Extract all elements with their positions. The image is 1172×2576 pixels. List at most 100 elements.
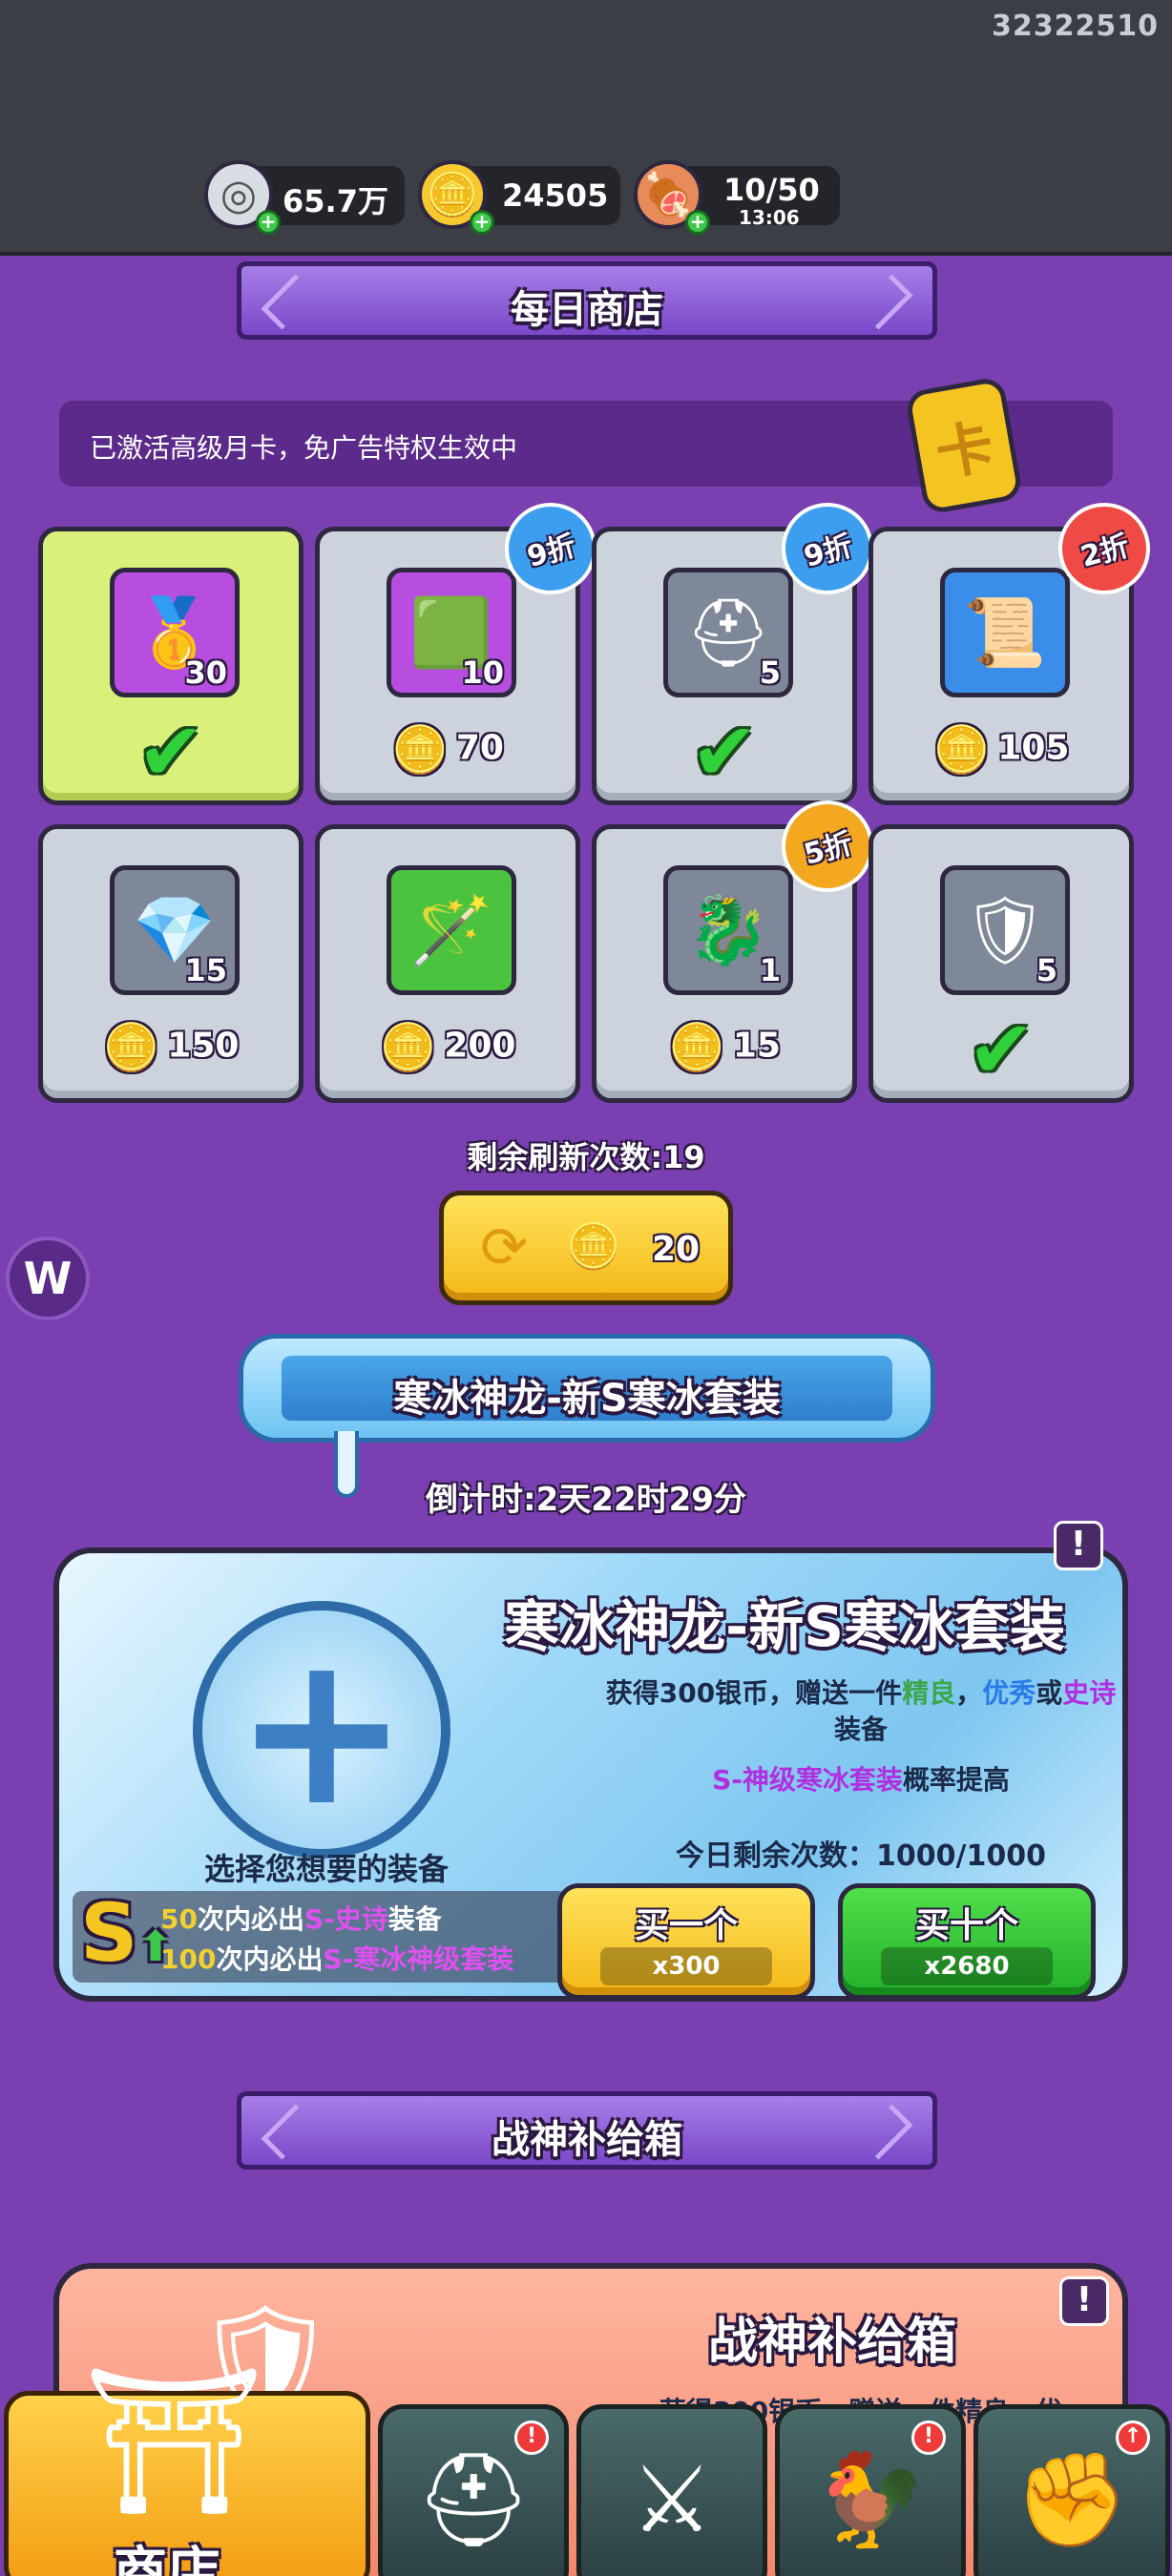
silver-coin-value: 65.7万 [283, 183, 388, 219]
gold-ingot-value: 24505 [502, 177, 609, 214]
nav-tab-upgrade[interactable]: ✊ ↑ [973, 2404, 1170, 2576]
monthly-card-icon[interactable]: 卡 [904, 375, 1024, 516]
refresh-remaining-label: 剩余刷新次数:19 [467, 1139, 705, 1175]
refresh-cost: 20 [652, 1230, 701, 1269]
dragon-emblem-icon: 🐉 [686, 890, 770, 969]
guarantee-line-1: 50次内必出S-史诗装备 [160, 1903, 442, 1935]
info-icon[interactable]: ! [1054, 1521, 1103, 1570]
ice-reward-description: 获得300银币，赠送一件精良，优秀或史诗装备 [605, 1677, 1117, 1745]
jade-stone-icon: 🟩 10 [387, 568, 516, 697]
gold-ingot-icon: 🪙 [668, 1021, 725, 1074]
rooster-stars-icon: 🐓 [813, 2445, 928, 2553]
shop-item-card[interactable]: ⛑ 5 ✔ 9折 [592, 492, 884, 805]
price-value: 105 [997, 728, 1070, 768]
knight-helmet-icon: ⛑ [415, 2445, 532, 2553]
purchased-check-icon: ✔ [690, 705, 759, 799]
golden-staff-icon: 🪄 [409, 890, 493, 969]
item-quantity: 5 [1036, 952, 1057, 988]
price-value: 70 [455, 728, 504, 768]
s-rank-up-icon: S⬆ [80, 1886, 174, 1980]
gold-ingot-icon: 🪙 [932, 723, 991, 777]
supply-info-icon[interactable]: ! [1059, 2276, 1109, 2326]
ice-remaining-count: 今日剩余次数：1000/1000 [676, 1839, 1046, 1873]
add-silver-icon[interactable]: + [256, 210, 281, 235]
item-quantity: 30 [184, 654, 227, 691]
shop-item-card[interactable]: 🟩 10 🪙 70 9折 [315, 492, 607, 805]
ice-rate-description: S-神级寒冰套装概率提高 [712, 1764, 1010, 1796]
bottom-navigation: ⛩ 商店 ⛑ ! ⚔ 🐓 ! ✊ ↑ [0, 2358, 1172, 2576]
price-value: 150 [167, 1026, 240, 1066]
buy-ten-button[interactable]: 买十个 x2680 [838, 1883, 1096, 2000]
buy-one-label: 买一个 [634, 1906, 738, 1945]
refresh-icon: ⟳ [480, 1215, 529, 1281]
alert-badge: ! [911, 2420, 946, 2455]
buy-one-button[interactable]: 买一个 x300 [557, 1883, 815, 2000]
notice-text: 已激活高级月卡，免广告特权生效中 [90, 432, 518, 464]
shop-pagoda-icon: ⛩ [83, 2358, 265, 2524]
item-quantity: 1 [759, 952, 781, 988]
gold-ingot-icon: 🥇 30 [110, 568, 240, 697]
shop-item-card[interactable]: 🥇 30 ✔ [38, 527, 303, 805]
upgrade-badge: ↑ [1116, 2420, 1150, 2455]
price-value: 15 [732, 1026, 781, 1066]
select-equipment-label: 选择您想要的装备 [203, 1851, 449, 1887]
daily-shop-header: 每日商店 [237, 256, 937, 345]
shop-tab-label: 商店 [114, 2542, 220, 2576]
shop-item-card[interactable]: 🪄 🪙 200 [315, 824, 580, 1103]
gold-ingot-icon: 🪙 [102, 1021, 160, 1074]
purchased-check-icon: ✔ [136, 705, 205, 799]
gold-ingot-icon: 🪙 [379, 1021, 437, 1074]
ice-event-banner-title: 寒冰神龙-新S寒冰套装 [393, 1377, 781, 1421]
nav-tab-shop[interactable]: ⛩ 商店 [4, 2358, 370, 2576]
item-price: 🪙 150 [43, 1020, 299, 1074]
fist-upgrade-icon: ✊ [1015, 2445, 1129, 2553]
stamina-timer: 13:06 [739, 206, 800, 229]
buy-one-cost: x300 [600, 1947, 772, 1985]
supply-panel-title: 战神补给箱 [708, 2314, 957, 2371]
golden-staff-icon: 🪄 [387, 865, 516, 995]
gold-ingot-icon: 🪙 [391, 723, 449, 777]
shop-item-card[interactable]: 🐉 1 🪙 15 5折 [592, 790, 884, 1103]
item-quantity: 15 [184, 952, 227, 988]
price-value: 200 [444, 1026, 516, 1066]
blue-helmet-icon: ⛑ 5 [663, 568, 793, 697]
blue-armor-gem-icon: 🛡 [962, 890, 1048, 969]
add-stamina-icon[interactable]: + [685, 210, 710, 235]
shop-item-card[interactable]: 🛡 5 ✔ [869, 824, 1134, 1103]
alert-badge: ! [514, 2420, 549, 2455]
supply-section-title: 战神补给箱 [492, 2118, 682, 2162]
item-quantity: 5 [759, 654, 781, 691]
top-status-bar: 32322510 ◎ + 65.7万 🪙 + 24505 🍖 + 10/50 1… [0, 0, 1172, 256]
shop-item-card[interactable]: 📜 🪙 105 2折 [869, 492, 1161, 805]
leather-scroll-icon: 📜 [963, 592, 1047, 672]
shop-item-card[interactable]: 💎 15 🪙 150 [38, 824, 303, 1103]
gold-ingot-icon: 🪙 [566, 1220, 621, 1272]
stamina-value: 10/50 [723, 172, 820, 208]
ice-panel-title: 寒冰神龙-新S寒冰套装 [504, 1594, 1065, 1659]
nav-tab-battle[interactable]: ⚔ [576, 2404, 767, 2576]
dragon-emblem-icon: 🐉 1 [663, 865, 793, 995]
item-quantity: 10 [461, 654, 504, 691]
nav-tab-pets[interactable]: 🐓 ! [775, 2404, 966, 2576]
leather-scroll-icon: 📜 [940, 568, 1070, 697]
refresh-shop-button[interactable]: ⟳ 🪙 20 [439, 1191, 733, 1305]
item-price: 🪙 200 [320, 1020, 576, 1074]
event-countdown: 倒计时:2天22时29分 [426, 1481, 746, 1519]
silver-coin-resource[interactable]: ◎ + 65.7万 [204, 160, 405, 235]
select-equipment-button[interactable]: + [193, 1601, 450, 1859]
side-logo-icon[interactable]: W [6, 1236, 90, 1320]
stamina-resource[interactable]: 🍖 + 10/50 13:06 [634, 160, 840, 235]
supply-header: 战神补给箱 [237, 2086, 937, 2175]
ice-event-panel: ! 寒冰神龙-新S寒冰套装 获得300银币，赠送一件精良，优秀或史诗装备 S-神… [53, 1521, 1128, 2002]
buy-ten-label: 买十个 [914, 1906, 1018, 1945]
ice-event-banner: 寒冰神龙-新S寒冰套装 [239, 1334, 935, 1443]
item-price: 🪙 105 [873, 722, 1129, 777]
gold-ingot-resource[interactable]: 🪙 + 24505 [418, 160, 620, 235]
guarantee-line-2: 100次内必出S-寒冰神级套装 [160, 1943, 514, 1975]
nav-tab-helmet[interactable]: ⛑ ! [378, 2404, 569, 2576]
crossed-swords-shield-icon: ⚔ [630, 2446, 714, 2553]
blue-sword-gem-icon: 💎 15 [110, 865, 240, 995]
add-gold-icon[interactable]: + [470, 210, 494, 235]
blue-helmet-icon: ⛑ [685, 592, 771, 672]
item-price: 🪙 15 [596, 1020, 852, 1074]
